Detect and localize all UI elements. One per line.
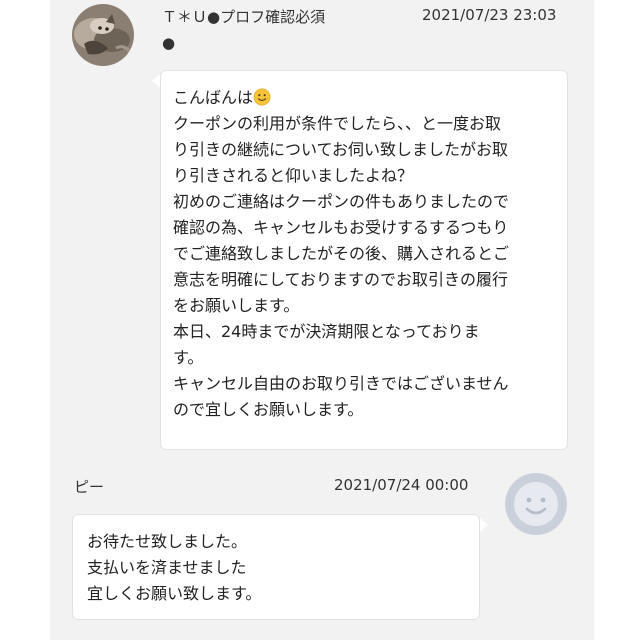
sender-name[interactable]: Ｔ＊Ｕ●プロフ確認必須 xyxy=(162,6,325,27)
message-line: でご連絡致しましたがその後、購入されるとご xyxy=(173,244,510,263)
message-line: す。 xyxy=(173,348,204,367)
message-line: クーポンの利用が条件でしたら、、と一度お取 xyxy=(173,114,502,133)
bubble-tail xyxy=(480,518,488,532)
message-line: こんばんは xyxy=(173,85,557,111)
cat-photo-icon xyxy=(72,4,134,66)
sender-name[interactable]: ピー xyxy=(74,476,104,497)
message-line: 支払いを済ませました xyxy=(87,558,247,577)
message-line: をお願いします。 xyxy=(173,296,300,315)
message-line: り引きされると仰いましたよね？ xyxy=(173,166,414,185)
slightly-smiling-face-icon xyxy=(253,88,271,106)
message-line: 宜しくお願い致します。 xyxy=(87,584,262,603)
message-timestamp: 2021/07/23 23:03 xyxy=(422,6,557,24)
sender-name-suffix-text: ● xyxy=(162,34,176,52)
sender-name-text: Ｔ＊Ｕ●プロフ確認必須 xyxy=(162,8,326,26)
sender-name-suffix: ● xyxy=(162,34,175,52)
message-line: 確認の為、キャンセルもお受けするするつもり xyxy=(173,218,509,237)
sender-avatar[interactable] xyxy=(72,4,134,66)
sender-avatar[interactable] xyxy=(504,472,568,536)
chat-panel: Ｔ＊Ｕ●プロフ確認必須 ● 2021/07/23 23:03 こんばんは クーポ… xyxy=(50,0,594,640)
message-line: り引きの継続についてお伺い致しましたがお取 xyxy=(173,140,509,159)
message-bubble: お待たせ致しました。 支払いを済ませました 宜しくお願い致します。 xyxy=(72,514,480,620)
message-line: キャンセル自由のお取り引きではございません xyxy=(173,374,509,393)
default-smiley-avatar-icon xyxy=(505,473,567,535)
message-line: 意志を明確にしておりますのでお取引きの履行 xyxy=(173,270,509,289)
message-timestamp: 2021/07/24 00:00 xyxy=(334,476,469,494)
message-line: 初めのご連絡はクーポンの件もありましたので xyxy=(173,192,510,211)
bubble-tail xyxy=(152,74,160,88)
message-line: お待たせ致しました。 xyxy=(87,532,248,551)
message-line-text: こんばんは xyxy=(173,88,254,107)
message-line: ので宜しくお願いします。 xyxy=(173,400,364,419)
message-bubble: こんばんは クーポンの利用が条件でしたら、、と一度お取 り引きの継続についてお伺… xyxy=(160,70,568,450)
message-line: 本日、24時までが決済期限となっておりま xyxy=(173,322,480,341)
